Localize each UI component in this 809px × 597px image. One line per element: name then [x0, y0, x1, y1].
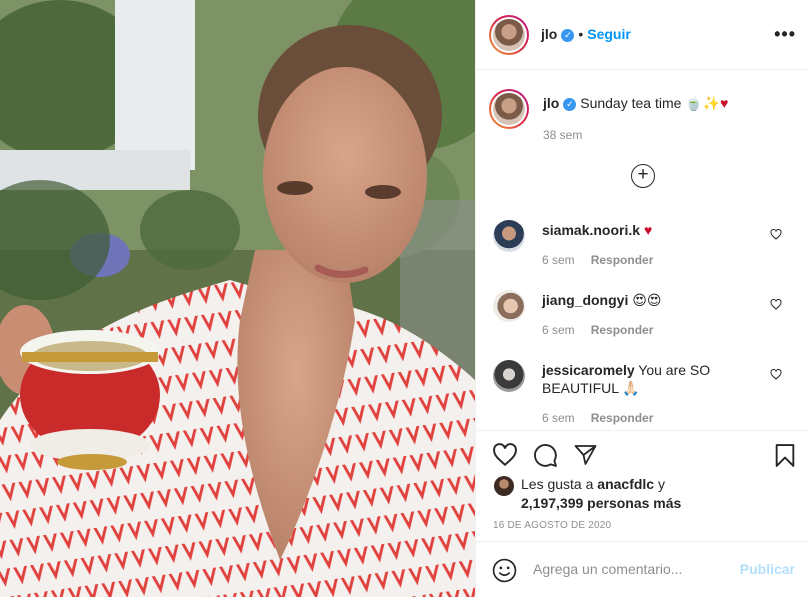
author-avatar[interactable] — [489, 15, 529, 55]
red-heart-icon: ♥ — [720, 95, 729, 111]
comment-time[interactable]: 6 sem — [542, 411, 575, 425]
plus-circle-icon[interactable]: + — [631, 164, 655, 188]
likes-count[interactable]: 2,197,399 personas más — [521, 495, 681, 511]
reply-button[interactable]: Responder — [591, 411, 654, 425]
comment-like-icon[interactable] — [770, 299, 782, 310]
add-comment-bar: Agrega un comentario... Publicar — [476, 541, 809, 597]
likes-suffix: y — [657, 476, 665, 492]
instagram-post: jlo ✓ • Seguir ••• jlo ✓ Sunday tea time 🍵✨♥… — [0, 0, 809, 597]
heart-icon[interactable] — [492, 443, 518, 467]
comment-text: jiang_dongyi 😍😍 — [542, 291, 762, 309]
separator-dot: • — [578, 26, 584, 42]
bookmark-icon[interactable] — [774, 443, 796, 468]
comment-like-icon[interactable] — [770, 369, 782, 380]
liker-username[interactable]: anacfdlc — [597, 476, 654, 492]
likes-line: Les gusta a anacfdlc y — [521, 476, 665, 492]
comment-meta: 6 sem Responder — [542, 323, 669, 337]
caption: jlo ✓ Sunday tea time 🍵✨♥ — [543, 95, 728, 112]
comment-body: 😍😍 — [632, 292, 662, 308]
comment-input[interactable]: Agrega un comentario... — [533, 561, 682, 577]
commenter-username[interactable]: jessicaromely — [542, 362, 635, 378]
post-image — [0, 0, 475, 597]
commenter-avatar[interactable] — [493, 360, 525, 392]
comment-time[interactable]: 6 sem — [542, 323, 575, 337]
post-date[interactable]: 16 DE AGOSTO DE 2020 — [493, 520, 611, 531]
comment-time[interactable]: 6 sem — [542, 253, 575, 267]
publish-button[interactable]: Publicar — [740, 561, 795, 577]
post-header: jlo ✓ • Seguir ••• — [476, 0, 809, 70]
liker-avatar[interactable] — [494, 476, 514, 496]
post-photo[interactable] — [0, 0, 475, 597]
red-heart-icon: ♥ — [643, 222, 653, 238]
comment-text: jessicaromely You are SO BEAUTIFUL 🙏🏻 — [542, 361, 762, 397]
author-username[interactable]: jlo — [541, 26, 557, 42]
comment-icon[interactable] — [533, 443, 558, 468]
comment-meta: 6 sem Responder — [542, 411, 669, 425]
comment-text: siamak.noori.k ♥ — [542, 221, 762, 239]
post-side-panel: jlo ✓ • Seguir ••• jlo ✓ Sunday tea time 🍵✨♥… — [475, 0, 809, 597]
verified-icon: ✓ — [563, 98, 577, 111]
more-icon[interactable]: ••• — [774, 24, 796, 45]
likes-prefix: Les gusta a — [521, 476, 594, 492]
author-line: jlo ✓ • Seguir — [541, 26, 631, 42]
caption-avatar[interactable] — [489, 89, 529, 129]
share-icon[interactable] — [573, 443, 598, 467]
commenter-username[interactable]: siamak.noori.k — [542, 222, 640, 238]
follow-button[interactable]: Seguir — [587, 26, 631, 42]
comment-like-icon[interactable] — [770, 229, 782, 240]
verified-icon: ✓ — [561, 29, 575, 42]
caption-username[interactable]: jlo — [543, 95, 559, 111]
reply-button[interactable]: Responder — [591, 253, 654, 267]
comment-meta: 6 sem Responder — [542, 253, 669, 267]
caption-time[interactable]: 38 sem — [543, 128, 582, 142]
emoji-icon[interactable] — [492, 558, 517, 583]
reply-button[interactable]: Responder — [591, 323, 654, 337]
commenter-avatar[interactable] — [493, 290, 525, 322]
caption-text: Sunday tea time 🍵✨ — [580, 95, 721, 111]
commenter-username[interactable]: jiang_dongyi — [542, 292, 628, 308]
commenter-avatar[interactable] — [493, 220, 525, 252]
